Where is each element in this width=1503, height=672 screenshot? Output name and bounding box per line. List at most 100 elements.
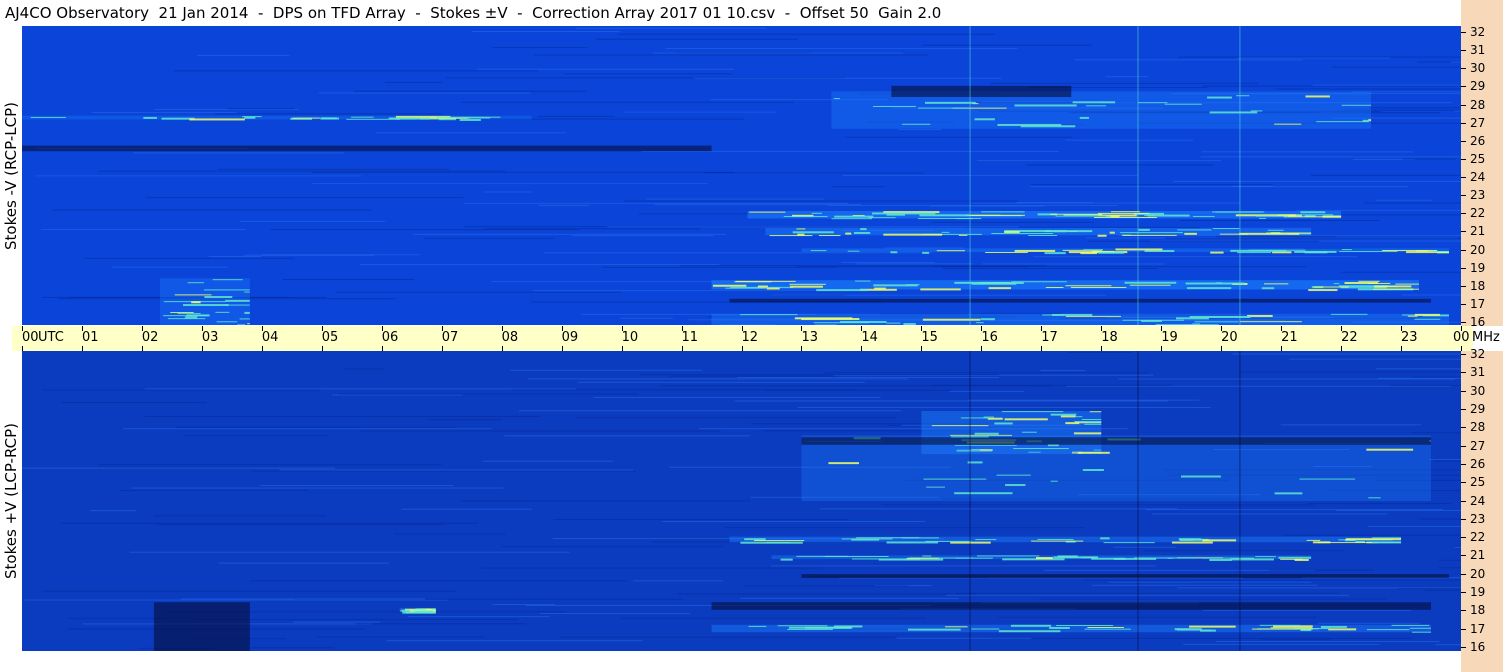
noise-streak	[1091, 584, 1318, 586]
noise-streak	[41, 389, 321, 391]
emission-streak	[811, 212, 823, 214]
spectrogram-bottom-svg	[22, 351, 1461, 651]
emission-streak	[1322, 215, 1342, 218]
emission-streak	[1201, 557, 1254, 559]
noise-streak	[482, 191, 534, 193]
freq-tick-label: 27	[1470, 438, 1486, 453]
noise-streak	[360, 430, 721, 432]
emission-streak	[748, 625, 767, 627]
noise-streak	[482, 567, 823, 569]
emission-streak	[845, 232, 852, 235]
emission-streak	[1129, 284, 1171, 286]
emission-streak	[847, 250, 860, 252]
noise-streak	[214, 113, 443, 115]
emission-streak	[860, 228, 867, 231]
emission-streak	[890, 251, 898, 254]
emission-streak	[954, 492, 1013, 495]
noise-streak	[564, 73, 732, 75]
noise-streak	[342, 368, 385, 370]
noise-streak	[119, 489, 309, 491]
y-axis-label-bottom: Stokes +V (LCP-RCP)	[1, 351, 21, 651]
emission-streak	[215, 311, 230, 313]
emission-streak	[874, 287, 886, 290]
emission-streak	[1395, 283, 1420, 285]
noise-streak	[129, 551, 570, 553]
emission-streak	[974, 432, 999, 435]
emission-streak	[1081, 557, 1096, 559]
noise-streak	[1033, 256, 1358, 258]
emission-streak	[828, 462, 860, 465]
emission-streak	[1050, 413, 1077, 416]
noise-streak	[956, 592, 1339, 594]
emission-streak	[734, 281, 772, 283]
noise-streak	[260, 484, 454, 486]
freq-tick	[1461, 303, 1466, 305]
emission-streak	[1304, 251, 1328, 254]
rfi-line-0	[969, 351, 971, 651]
emission-streak	[1005, 484, 1026, 487]
noise-streak	[1280, 424, 1421, 426]
noise-streak	[98, 464, 442, 466]
time-tick-label: 03	[201, 330, 219, 345]
emission-streak	[994, 422, 1013, 425]
freq-tick	[1461, 86, 1466, 88]
noise-streak	[972, 202, 1240, 204]
freq-tick-label: 24	[1470, 493, 1486, 508]
time-tick-label: 07	[441, 330, 459, 345]
emission-streak	[1014, 104, 1077, 107]
emission-streak	[203, 289, 250, 291]
emission-streak	[1164, 103, 1202, 105]
noise-streak	[460, 101, 794, 103]
emission-streak	[872, 105, 916, 107]
emission-streak	[1186, 287, 1232, 290]
emission-streak	[1299, 478, 1356, 480]
emission-streak	[1209, 558, 1232, 561]
noise-streak	[240, 220, 386, 222]
time-tick-label: 16	[981, 330, 998, 345]
emission-streak	[1189, 625, 1236, 628]
noise-streak	[1067, 351, 1132, 353]
emission-streak	[1050, 480, 1058, 482]
emission-streak	[1091, 557, 1126, 560]
dark-band-1-0	[801, 437, 1432, 445]
noise-streak	[607, 226, 1019, 228]
noise-streak	[312, 183, 708, 185]
emission-streak	[901, 537, 939, 539]
emission-streak	[244, 311, 250, 314]
emission-streak	[908, 628, 961, 631]
noise-streak	[1429, 459, 1461, 461]
emission-streak	[886, 213, 905, 216]
noise-streak	[842, 175, 1138, 177]
noise-streak	[279, 469, 634, 471]
emission-streak	[1259, 217, 1267, 219]
noise-streak	[1454, 110, 1461, 112]
noise-streak	[483, 228, 701, 230]
noise-streak	[1364, 202, 1461, 204]
freq-tick-label: 27	[1470, 115, 1486, 130]
noise-streak	[932, 266, 1307, 268]
emission-streak	[1074, 416, 1083, 418]
freq-tick	[1461, 140, 1466, 142]
noise-streak	[765, 389, 952, 391]
emission-streak	[1194, 321, 1239, 323]
noise-streak	[99, 170, 506, 172]
noise-streak	[1201, 151, 1414, 153]
noise-streak	[1113, 546, 1177, 548]
time-tick-label: 04	[261, 330, 279, 345]
y-axis-label-top: Stokes -V (RCP-LCP)	[1, 26, 21, 325]
emission-streak	[225, 304, 250, 306]
noise-streak	[577, 381, 865, 383]
frequency-unit-label: MHz	[1472, 330, 1500, 345]
time-tick-label: 19	[1161, 330, 1178, 345]
emission-streak	[983, 416, 994, 418]
emission-streak	[1110, 211, 1140, 213]
time-tick-label: 10	[621, 330, 639, 345]
emission-streak	[725, 287, 766, 289]
noise-streak	[1105, 76, 1149, 78]
emission-streak	[941, 231, 950, 233]
emission-streak	[459, 118, 481, 121]
freq-tick-label: 29	[1470, 401, 1486, 416]
emission-streak	[1002, 558, 1065, 561]
freq-tick-label: 16	[1470, 315, 1486, 329]
noise-streak	[823, 372, 1148, 374]
